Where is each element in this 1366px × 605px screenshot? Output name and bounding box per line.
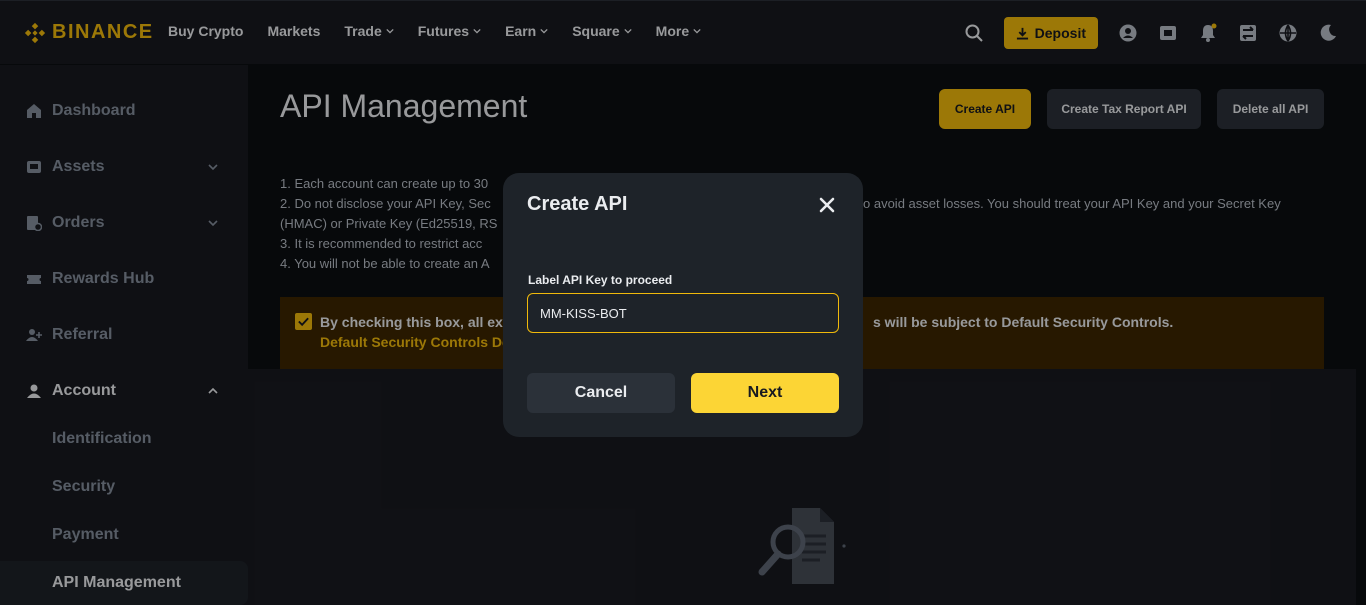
close-icon[interactable] bbox=[817, 195, 837, 215]
api-key-label-field bbox=[527, 293, 839, 333]
cancel-button[interactable]: Cancel bbox=[527, 373, 675, 413]
api-key-label-caption: Label API Key to proceed bbox=[528, 273, 673, 287]
api-key-label-input[interactable] bbox=[540, 305, 838, 321]
create-api-modal: Create API Label API Key to proceed Canc… bbox=[503, 173, 863, 437]
modal-title: Create API bbox=[527, 193, 628, 215]
next-button[interactable]: Next bbox=[691, 373, 839, 413]
